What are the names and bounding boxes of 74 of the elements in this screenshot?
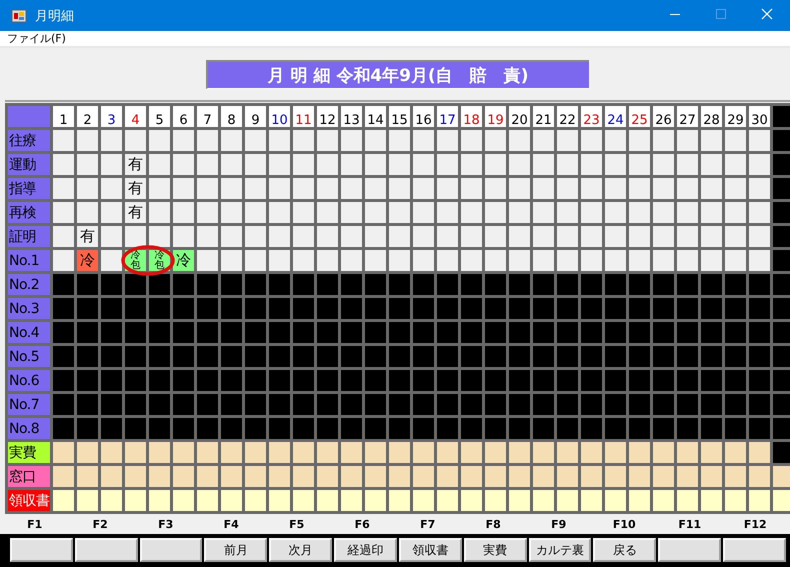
function-button[interactable]: 経過印 <box>334 538 397 562</box>
row-label: 領収書 <box>8 490 50 511</box>
row-label: No.8 <box>8 418 50 439</box>
function-key-label: F11 <box>678 518 702 530</box>
row-label: 窓口 <box>8 466 50 487</box>
row-label: 往療 <box>8 130 50 151</box>
function-key-label: F1 <box>27 518 42 530</box>
function-key-label: F9 <box>551 518 566 530</box>
day-header: 8 <box>221 106 242 127</box>
function-key-label: F4 <box>224 518 239 530</box>
day-cell[interactable]: 有 <box>77 226 98 247</box>
row-label: No.2 <box>8 274 50 295</box>
day-header: 25 <box>629 106 650 127</box>
day-header: 16 <box>413 106 434 127</box>
day-header: 21 <box>533 106 554 127</box>
row-label: No.5 <box>8 346 50 367</box>
day-header: 23 <box>581 106 602 127</box>
function-button[interactable]: 次月 <box>269 538 332 562</box>
day-header: 9 <box>245 106 266 127</box>
function-button[interactable]: 前月 <box>204 538 268 562</box>
day-cell[interactable]: 有 <box>125 154 146 175</box>
function-button[interactable]: 領収書 <box>398 538 462 562</box>
day-header: 2 <box>77 106 98 127</box>
day-header: 26 <box>653 106 674 127</box>
day-header: 20 <box>509 106 530 127</box>
row-label: No.1 <box>8 250 50 271</box>
day-header: 1 <box>53 106 74 127</box>
day-header: 15 <box>389 106 410 127</box>
day-header: 22 <box>557 106 578 127</box>
row-label: 証明 <box>8 226 50 247</box>
day-header: 3 <box>101 106 122 127</box>
day-header: 27 <box>677 106 698 127</box>
row-label: 運動 <box>8 154 50 175</box>
row-label: 実費 <box>8 442 50 463</box>
day-header: 13 <box>341 106 362 127</box>
window-title: 月明細 <box>35 8 75 24</box>
function-button[interactable]: 戻る <box>593 538 656 562</box>
day-header: 28 <box>701 106 722 127</box>
day-header: 11 <box>293 106 314 127</box>
function-key-label: F5 <box>289 518 304 530</box>
function-key-label: F3 <box>158 518 174 530</box>
day-header: 7 <box>197 106 218 127</box>
day-header: 18 <box>461 106 482 127</box>
day-header: 17 <box>437 106 458 127</box>
page-banner: 月 明 細 令和4年9月(自 賠 責) <box>206 60 588 89</box>
function-key-label: F10 <box>612 518 636 530</box>
day-header: 30 <box>749 106 770 127</box>
function-key-label: F2 <box>92 518 108 530</box>
row-label: No.7 <box>8 394 50 415</box>
day-cell[interactable]: 有 <box>125 178 146 199</box>
function-key-label: F8 <box>486 518 501 530</box>
function-button[interactable]: カルテ裏 <box>528 538 592 562</box>
day-cell[interactable]: 冷 <box>77 250 98 271</box>
function-key-label: F7 <box>420 518 436 530</box>
day-header: 14 <box>365 106 386 127</box>
function-key-label: F12 <box>744 518 767 530</box>
day-header: 29 <box>725 106 746 127</box>
row-label: No.3 <box>8 298 50 319</box>
day-cell[interactable]: 冷 <box>173 250 194 271</box>
row-label: No.4 <box>8 322 50 343</box>
function-key-label: F6 <box>354 518 370 530</box>
row-label: No.6 <box>8 370 50 391</box>
day-header: 12 <box>317 106 338 127</box>
day-header: 6 <box>173 106 194 127</box>
day-header: 4 <box>125 106 146 127</box>
row-label: 指導 <box>8 178 50 199</box>
day-header: 24 <box>605 106 626 127</box>
row-label: 再検 <box>8 202 50 223</box>
menu-item[interactable]: ファイル(F) <box>0 31 70 46</box>
function-button[interactable]: 実費 <box>464 538 527 562</box>
day-header: 19 <box>485 106 506 127</box>
day-cell[interactable]: 有 <box>125 202 146 223</box>
day-header: 10 <box>269 106 290 127</box>
day-header: 5 <box>149 106 170 127</box>
